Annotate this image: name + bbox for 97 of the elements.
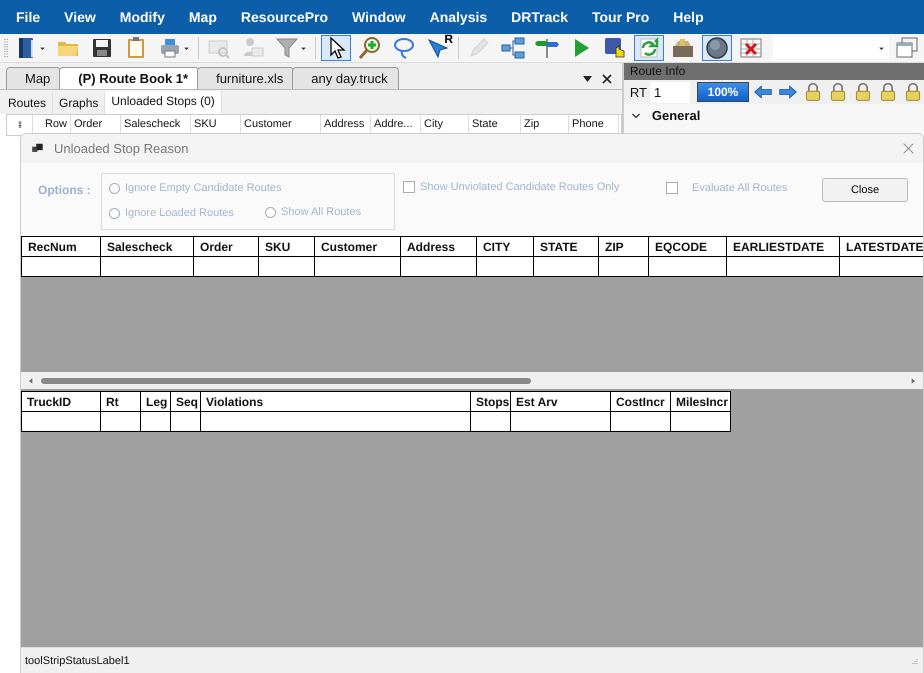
caret-icon (300, 44, 307, 52)
scroll-right-icon (909, 376, 917, 384)
route-number-field[interactable]: 1 (650, 82, 690, 102)
caret-icon (183, 44, 190, 52)
menu-item[interactable]: Help (661, 9, 716, 25)
column-header[interactable]: Stops (471, 392, 511, 412)
menu-item[interactable]: Window (340, 9, 418, 25)
funnel-icon (275, 36, 299, 60)
column-header[interactable]: TruckID (22, 392, 101, 412)
caret-icon (39, 44, 46, 52)
document-tab[interactable]: Map (6, 67, 62, 89)
table-cell[interactable] (649, 257, 727, 277)
table-cell[interactable] (611, 412, 671, 432)
column-header[interactable]: Address (401, 237, 477, 257)
window-title: Unloaded Stop Reason (54, 141, 190, 156)
section-header[interactable]: General (624, 104, 924, 127)
column-header[interactable]: Order (194, 237, 259, 257)
table-cell[interactable] (727, 257, 840, 277)
table-cell[interactable] (599, 257, 649, 277)
lasso-icon (392, 36, 416, 60)
table-cell[interactable] (141, 412, 171, 432)
progress-reading: 100% (706, 84, 740, 101)
table-cell[interactable] (101, 412, 141, 432)
column-header[interactable]: LATESTDATE (840, 237, 923, 257)
document-tab[interactable]: any day.truck (292, 67, 399, 89)
signpost-icon (535, 36, 559, 60)
column-header[interactable]: Seq (171, 392, 201, 412)
table-cell[interactable] (401, 257, 477, 277)
table-cell[interactable] (201, 412, 471, 432)
tree-icon (501, 36, 525, 60)
caret-icon[interactable] (582, 76, 592, 82)
table-cell[interactable] (171, 412, 201, 432)
table-cell[interactable] (534, 257, 599, 277)
close-icon (902, 142, 915, 155)
menu-item[interactable]: Map (176, 9, 229, 25)
tab[interactable]: Unloaded Stops (0) (105, 91, 222, 114)
close-button[interactable]: Close (822, 178, 908, 202)
column-header[interactable]: Salescheck (101, 237, 194, 257)
document-tab[interactable]: furniture.xls (197, 67, 294, 89)
toolbar-button[interactable] (702, 35, 732, 61)
pencil-icon (467, 36, 491, 60)
column-header[interactable]: STATE (534, 237, 599, 257)
menu-item[interactable]: View (52, 9, 108, 25)
menu-item[interactable]: Modify (108, 9, 177, 25)
options-label: Options : (38, 183, 91, 197)
column-header[interactable]: EARLIESTDATE (727, 237, 840, 257)
table-cell[interactable] (477, 257, 534, 277)
menu-item[interactable]: ResourcePro (228, 9, 340, 25)
toolbar-button[interactable] (321, 35, 351, 61)
circle-icon (705, 36, 729, 60)
toolbox-icon (671, 36, 695, 60)
column-header[interactable]: Rt (101, 392, 141, 412)
table-cell[interactable] (22, 412, 101, 432)
table-cell[interactable] (22, 257, 101, 277)
menu-item[interactable]: File (4, 9, 52, 25)
close-icon[interactable] (602, 74, 612, 84)
menu-item[interactable]: Tour Pro (580, 9, 662, 25)
lock-icon (828, 82, 848, 102)
tab[interactable]: Routes (2, 92, 54, 114)
status-text: toolStripStatusLabel1 (25, 655, 130, 667)
table-cell[interactable] (194, 257, 259, 277)
table-cell[interactable] (471, 412, 511, 432)
zoom-in-icon (358, 36, 382, 60)
panel-title: Route Info (624, 63, 924, 80)
arrow-left-icon (753, 82, 773, 102)
table-cell[interactable] (511, 412, 611, 432)
column-header[interactable]: ZIP (599, 237, 649, 257)
column-header[interactable]: Leg (141, 392, 171, 412)
column-header[interactable]: Violations (201, 392, 471, 412)
caret-icon (878, 44, 885, 52)
column-header[interactable]: EQCODE (649, 237, 727, 257)
scroll-left-icon (27, 376, 35, 384)
lock-icon (803, 82, 823, 102)
column-header[interactable]: CostIncr (611, 392, 671, 412)
back-button[interactable] (752, 82, 774, 102)
column-header[interactable]: Est Arv (511, 392, 611, 412)
menu-item[interactable]: Analysis (418, 9, 500, 25)
column-header[interactable]: SKU (259, 237, 315, 257)
lock-icon (903, 82, 923, 102)
lock-icon (878, 82, 898, 102)
table-cell[interactable] (259, 257, 315, 277)
rt-label: RT (630, 84, 647, 100)
menu-item[interactable]: DRTrack (499, 9, 580, 25)
toolbar-button[interactable]: R (423, 35, 453, 61)
window-hand-icon (603, 36, 627, 60)
table-cell[interactable] (671, 412, 731, 432)
scrollbar[interactable] (21, 372, 923, 389)
column-header[interactable]: MilesIncr (671, 392, 731, 412)
table-cell[interactable] (315, 257, 401, 277)
document-tab[interactable]: (P) Route Book 1* (59, 67, 200, 89)
grip-icon (4, 37, 8, 59)
column-header[interactable]: CITY (477, 237, 534, 257)
lock-icon (853, 82, 873, 102)
table-cell[interactable] (101, 257, 194, 277)
column-header[interactable]: RecNum (22, 237, 101, 257)
section-title: General (652, 108, 700, 123)
column-header[interactable]: Customer (315, 237, 401, 257)
